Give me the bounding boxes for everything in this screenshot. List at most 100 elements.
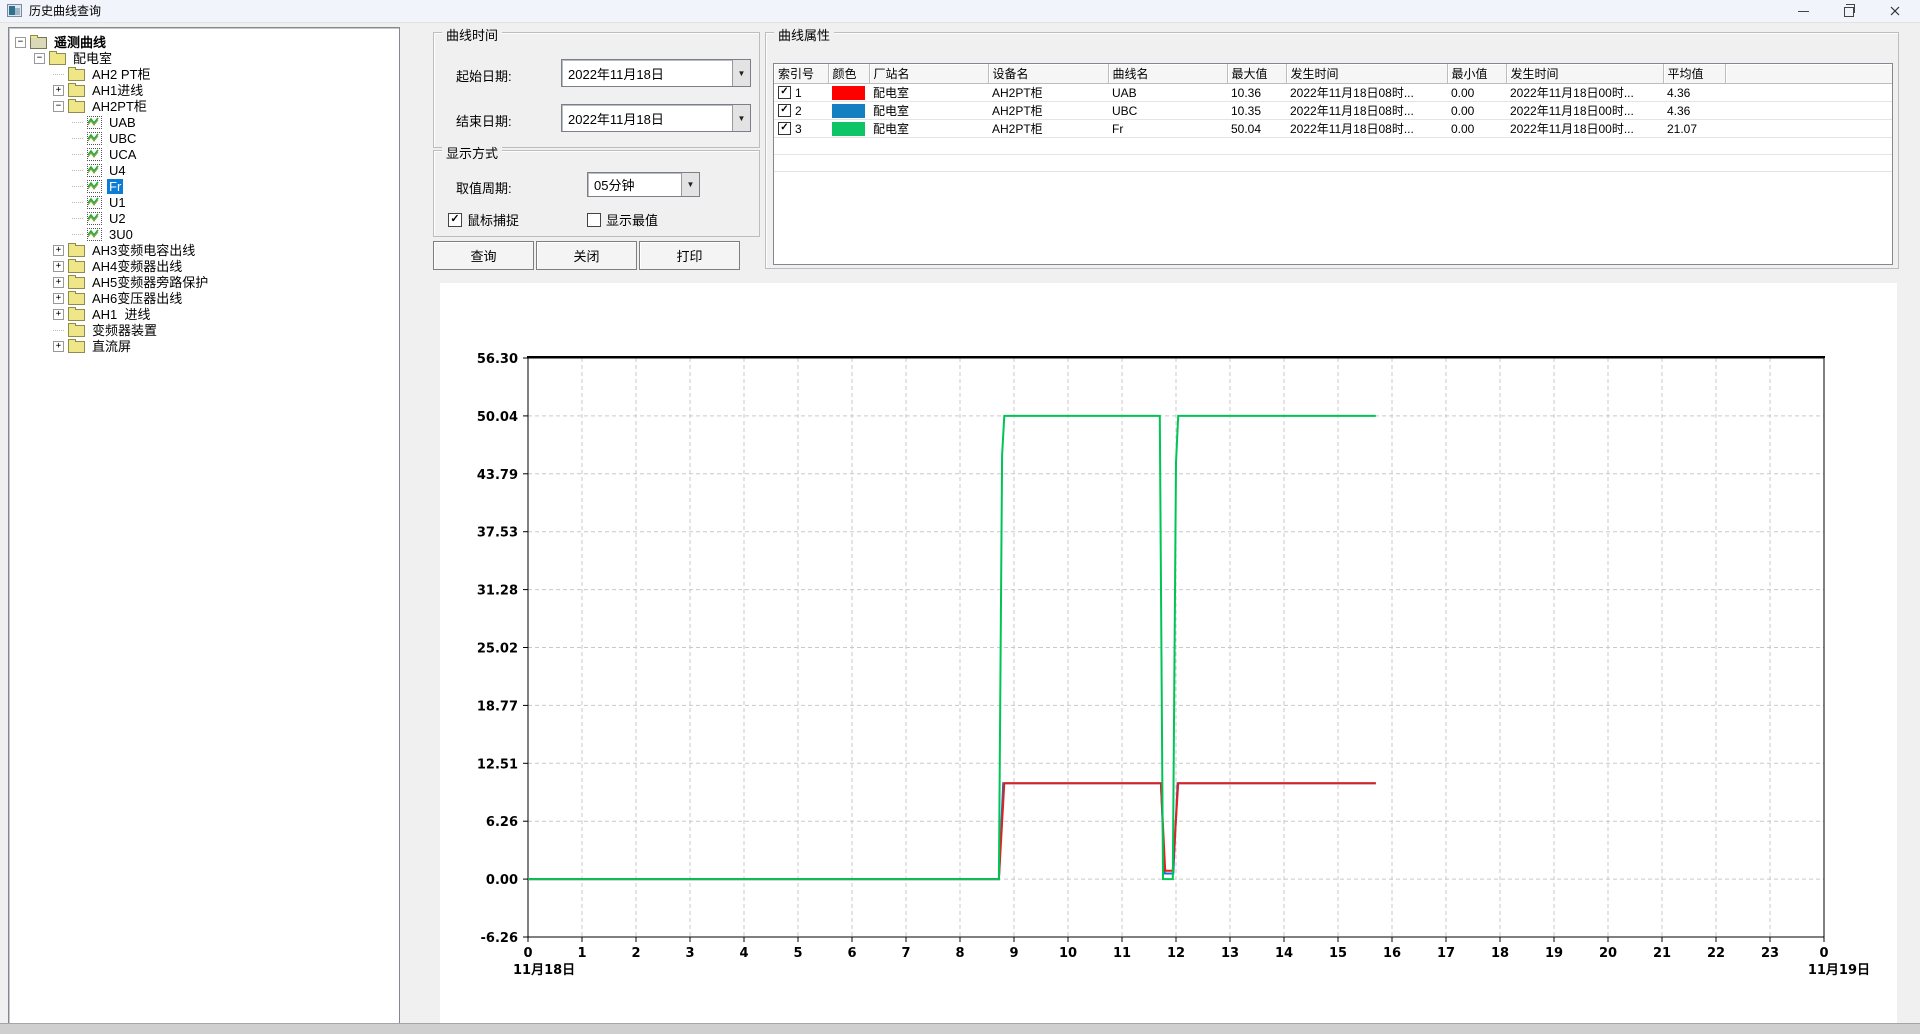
print-button[interactable]: 打印 (639, 241, 740, 270)
checkbox-icon[interactable]: ✓ (448, 213, 462, 227)
start-date-combo[interactable]: 2022年11月18日 ▼ (561, 59, 751, 87)
column-header-厂站名[interactable]: 厂站名 (869, 64, 988, 84)
expand-plus-icon[interactable]: + (53, 245, 64, 256)
tree-item-label[interactable]: AH1 进线 (90, 307, 153, 322)
curve-icon (87, 132, 102, 145)
avg-value: 4.36 (1663, 102, 1725, 120)
y-axis-label: 12.51 (477, 757, 518, 772)
x-axis-label: 23 (1761, 946, 1779, 961)
mouse-capture-checkbox[interactable]: ✓ 鼠标捕捉 (448, 210, 519, 229)
tree-item-label[interactable]: 3U0 (107, 227, 135, 242)
tree-item-label[interactable]: AH5变频器旁路保护 (90, 275, 210, 290)
expand-plus-icon[interactable]: + (53, 293, 64, 304)
column-header-颜色[interactable]: 颜色 (828, 64, 869, 84)
column-header-平均值[interactable]: 平均值 (1663, 64, 1725, 84)
row-checkbox[interactable]: ✓ (778, 122, 791, 135)
history-curve-window: { "window": { "title": "历史曲线查询" }, "tree… (0, 0, 1920, 1033)
column-header-blank[interactable] (1725, 64, 1892, 84)
collapse-minus-icon[interactable]: − (15, 37, 26, 48)
tree-item-AH2PT柜[interactable]: − AH2PT柜 (11, 98, 397, 114)
row-checkbox[interactable]: ✓ (778, 104, 791, 117)
restore-button[interactable] (1826, 0, 1871, 22)
tree-item-AH2-PT柜[interactable]: AH2 PT柜 (11, 66, 397, 82)
tree-item-label[interactable]: AH1进线 (90, 83, 145, 98)
close-dialog-button[interactable]: 关闭 (536, 241, 637, 270)
row-checkbox[interactable]: ✓ (778, 86, 791, 99)
tree-item-遥测曲线[interactable]: − 遥测曲线 (11, 34, 397, 50)
checkbox-icon[interactable] (587, 213, 601, 227)
tree-item-label[interactable]: AH4变频器出线 (90, 259, 184, 274)
chevron-down-icon[interactable]: ▼ (732, 105, 750, 131)
tree-item-label[interactable]: Fr (107, 179, 123, 194)
tree-item-3U0[interactable]: 3U0 (11, 226, 397, 242)
tree-item-变频器装置[interactable]: 变频器装置 (11, 322, 397, 338)
collapse-minus-icon[interactable]: − (53, 101, 64, 112)
device-name: AH2PT柜 (988, 102, 1108, 120)
show-extreme-checkbox[interactable]: 显示最值 (587, 210, 658, 229)
column-header-最小值[interactable]: 最小值 (1447, 64, 1506, 84)
tree-item-label[interactable]: 遥测曲线 (52, 35, 108, 50)
tree-item-直流屏[interactable]: + 直流屏 (11, 338, 397, 354)
tree-item-label[interactable]: U2 (107, 211, 128, 226)
tree-connector (72, 185, 83, 187)
app-icon (7, 4, 22, 17)
tree-item-UCA[interactable]: UCA (11, 146, 397, 162)
tree-item-label[interactable]: AH2 PT柜 (90, 67, 153, 82)
table-row[interactable]: ✓3配电室AH2PT柜Fr50.042022年11月18日08时...0.002… (774, 120, 1892, 138)
query-button[interactable]: 查询 (433, 241, 534, 270)
tree-item-配电室[interactable]: − 配电室 (11, 50, 397, 66)
curve-color-swatch (832, 104, 865, 118)
period-combo[interactable]: 05分钟 ▼ (587, 172, 700, 197)
collapse-minus-icon[interactable]: − (34, 53, 45, 64)
history-curve-chart[interactable]: 56.3050.0443.7937.5331.2825.0218.7712.51… (440, 283, 1897, 1023)
tree-item-label[interactable]: UBC (107, 131, 138, 146)
tree-item-UAB[interactable]: UAB (11, 114, 397, 130)
expand-plus-icon[interactable]: + (53, 261, 64, 272)
station-name: 配电室 (869, 84, 988, 102)
tree-item-AH4变频器出线[interactable]: + AH4变频器出线 (11, 258, 397, 274)
tree-item-AH1-进线[interactable]: + AH1 进线 (11, 306, 397, 322)
end-date-combo[interactable]: 2022年11月18日 ▼ (561, 104, 751, 132)
tree-item-AH5变频器旁路保护[interactable]: + AH5变频器旁路保护 (11, 274, 397, 290)
expand-plus-icon[interactable]: + (53, 341, 64, 352)
column-header-发生时间[interactable]: 发生时间 (1286, 64, 1447, 84)
window-title: 历史曲线查询 (29, 4, 101, 18)
column-header-索引号[interactable]: 索引号 (774, 64, 828, 84)
column-header-最大值[interactable]: 最大值 (1227, 64, 1286, 84)
table-row[interactable]: ✓1配电室AH2PT柜UAB10.362022年11月18日08时...0.00… (774, 84, 1892, 102)
tree-item-label[interactable]: AH6变压器出线 (90, 291, 184, 306)
tree-item-label[interactable]: 直流屏 (90, 339, 133, 354)
tree-item-U2[interactable]: U2 (11, 210, 397, 226)
tree-item-AH1进线[interactable]: + AH1进线 (11, 82, 397, 98)
tree-item-label[interactable]: U4 (107, 163, 128, 178)
tree-item-label[interactable]: UAB (107, 115, 138, 130)
tree-connector (53, 73, 64, 75)
tree-item-label[interactable]: UCA (107, 147, 138, 162)
column-header-设备名[interactable]: 设备名 (988, 64, 1108, 84)
tree-item-label[interactable]: 配电室 (71, 51, 114, 66)
folder-icon (68, 101, 85, 113)
curve-name: UAB (1108, 84, 1227, 102)
chevron-down-icon[interactable]: ▼ (732, 60, 750, 86)
tree-item-label[interactable]: 变频器装置 (90, 323, 159, 338)
expand-plus-icon[interactable]: + (53, 85, 64, 96)
tree-item-Fr[interactable]: Fr (11, 178, 397, 194)
minimize-icon (1798, 11, 1809, 12)
tree-item-label[interactable]: AH3变频电容出线 (90, 243, 197, 258)
table-row[interactable]: ✓2配电室AH2PT柜UBC10.352022年11月18日08时...0.00… (774, 102, 1892, 120)
tree-item-U4[interactable]: U4 (11, 162, 397, 178)
expand-plus-icon[interactable]: + (53, 309, 64, 320)
column-header-发生时间[interactable]: 发生时间 (1506, 64, 1663, 84)
station-name: 配电室 (869, 120, 988, 138)
tree-item-label[interactable]: U1 (107, 195, 128, 210)
tree-item-U1[interactable]: U1 (11, 194, 397, 210)
chevron-down-icon[interactable]: ▼ (681, 173, 699, 196)
tree-item-label[interactable]: AH2PT柜 (90, 99, 149, 114)
expand-plus-icon[interactable]: + (53, 277, 64, 288)
close-button[interactable] (1872, 0, 1917, 22)
tree-item-AH3变频电容出线[interactable]: + AH3变频电容出线 (11, 242, 397, 258)
column-header-曲线名[interactable]: 曲线名 (1108, 64, 1227, 84)
tree-item-UBC[interactable]: UBC (11, 130, 397, 146)
minimize-button[interactable] (1781, 0, 1826, 22)
tree-item-AH6变压器出线[interactable]: + AH6变压器出线 (11, 290, 397, 306)
